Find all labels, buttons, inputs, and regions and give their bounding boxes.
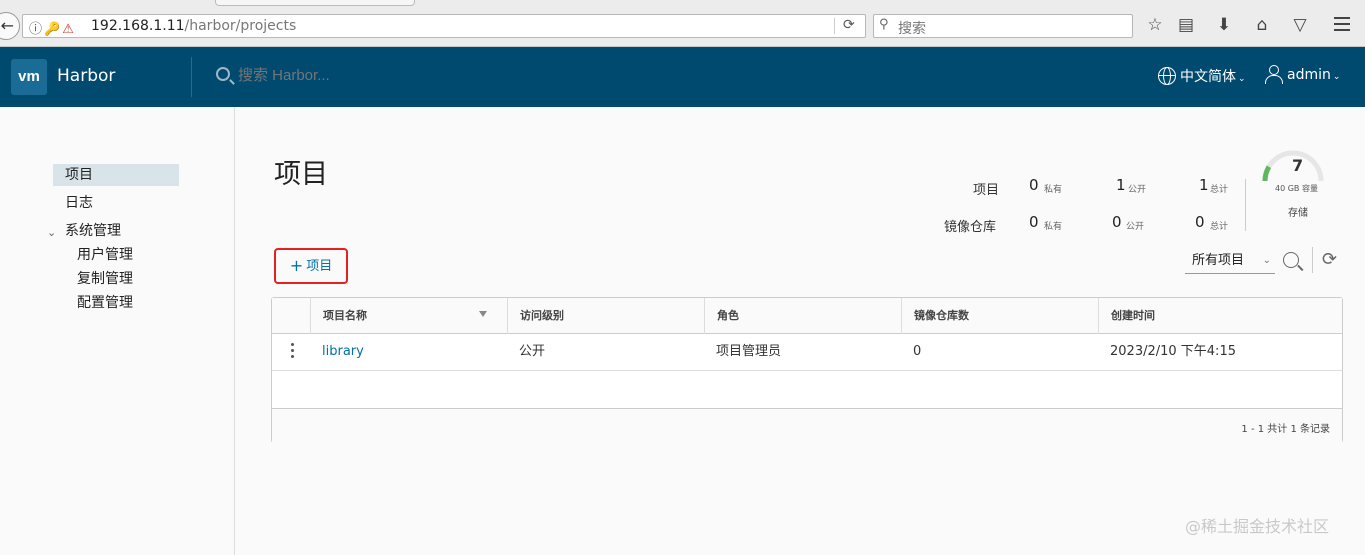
stat-private-label: 私有 xyxy=(1044,222,1063,232)
chevron-down-icon: ⌄ xyxy=(1238,74,1246,84)
column-repo-count[interactable]: 镜像仓库数 xyxy=(901,298,1098,334)
chevron-down-icon[interactable]: ⌄ xyxy=(47,226,56,239)
project-link[interactable]: library xyxy=(322,344,364,359)
table-footer: 1 - 1 共计 1 条记录 xyxy=(272,408,1342,443)
column-access-level[interactable]: 访问级别 xyxy=(507,298,704,334)
pagination-summary: 1 - 1 共计 1 条记录 xyxy=(1241,424,1330,435)
table-row[interactable]: library 公开 项目管理员 0 2023/2/10 下午4:15 xyxy=(272,334,1342,371)
projects-table: 项目名称 访问级别 角色 镜像仓库数 创建时间 library 公开 项目管理员… xyxy=(271,297,1343,443)
sidebar-item-administration[interactable]: 系统管理 xyxy=(65,220,121,242)
stat-projects-private: 0 xyxy=(1029,176,1039,194)
row-actions-icon[interactable] xyxy=(288,343,296,361)
cell-repos: 0 xyxy=(913,344,922,359)
stat-public-label: 公开 xyxy=(1126,222,1145,232)
sidebar: 项目 日志 ⌄ 系统管理 用户管理 复制管理 配置管理 xyxy=(0,107,235,555)
stat-projects-public: 1 xyxy=(1116,176,1126,194)
browser-tab[interactable] xyxy=(215,0,415,6)
stat-total-label: 总计 xyxy=(1210,185,1229,195)
stat-private-label: 私有 xyxy=(1044,185,1063,195)
user-icon xyxy=(1265,65,1283,84)
table-header: 项目名称 访问级别 角色 镜像仓库数 创建时间 xyxy=(272,298,1342,334)
main-content: 项目 项目 0 私有 1 公开 1 总计 镜像仓库 0 私有 0 公开 0 总计… xyxy=(235,107,1365,555)
sidebar-item-replication[interactable]: 复制管理 xyxy=(77,268,133,290)
cell-access: 公开 xyxy=(519,344,546,359)
chevron-down-icon: ⌄ xyxy=(1262,255,1271,266)
reader-list-icon[interactable]: ▤ xyxy=(1175,15,1197,35)
download-icon[interactable]: ⬇ xyxy=(1213,15,1235,35)
url-text[interactable]: 192.168.1.11/harbor/projects xyxy=(91,18,296,34)
globe-icon xyxy=(1158,67,1176,85)
storage-value: 7 xyxy=(1292,156,1304,175)
refresh-icon[interactable]: ⟳ xyxy=(1322,249,1337,270)
sidebar-item-users[interactable]: 用户管理 xyxy=(77,244,133,266)
sidebar-item-logs[interactable]: 日志 xyxy=(65,192,93,214)
stat-repos-total: 0 xyxy=(1195,213,1205,231)
page-title: 项目 xyxy=(274,159,328,190)
browser-search-placeholder: 搜索 xyxy=(898,21,926,37)
app-title[interactable]: Harbor xyxy=(57,66,115,86)
language-selector[interactable]: 中文简体 ⌄ xyxy=(1158,66,1246,86)
search-icon xyxy=(216,67,230,81)
sidebar-item-configuration[interactable]: 配置管理 xyxy=(77,292,133,314)
home-icon[interactable]: ⌂ xyxy=(1251,15,1273,35)
stat-projects-label: 项目 xyxy=(973,183,1000,198)
browser-search-field[interactable]: ⚲ 搜索 xyxy=(873,14,1133,38)
browser-toolbar: ← ⓘ🔑⚠ 192.168.1.11/harbor/projects ⟳ ⚲ 搜… xyxy=(0,0,1365,47)
cell-created: 2023/2/10 下午4:15 xyxy=(1110,344,1236,359)
storage-capacity: 40 GB 容量 xyxy=(1275,184,1318,193)
back-arrow-icon[interactable]: ← xyxy=(0,12,20,40)
pocket-icon[interactable]: ▽ xyxy=(1289,15,1311,35)
vmware-logo[interactable]: vm xyxy=(11,59,47,95)
project-filter-select[interactable]: 所有项目 ⌄ xyxy=(1185,250,1275,274)
stat-repos-public: 0 xyxy=(1112,213,1122,231)
search-icon[interactable] xyxy=(1283,252,1299,268)
column-creation-time[interactable]: 创建时间 xyxy=(1098,298,1342,334)
new-project-button[interactable]: + 项目 xyxy=(274,248,348,284)
hamburger-menu-icon[interactable] xyxy=(1334,17,1350,35)
user-menu[interactable]: admin ⌄ xyxy=(1265,65,1341,84)
watermark: @稀土掘金技术社区 xyxy=(1185,517,1330,536)
site-info-icons[interactable]: ⓘ🔑⚠ xyxy=(29,18,76,37)
global-search-input[interactable] xyxy=(238,67,538,84)
chevron-down-icon: ⌄ xyxy=(1332,72,1341,82)
storage-label: 存储 xyxy=(1288,208,1308,219)
app-header: vm Harbor 中文简体⌄ admin⌄ xyxy=(0,47,1365,107)
address-bar[interactable]: ⓘ🔑⚠ 192.168.1.11/harbor/projects ⟳ xyxy=(22,14,866,38)
reload-icon[interactable]: ⟳ xyxy=(843,17,855,33)
sidebar-item-projects[interactable]: 项目 xyxy=(53,164,179,186)
stat-projects-total: 1 xyxy=(1199,176,1209,194)
cell-role: 项目管理员 xyxy=(716,344,782,359)
stat-repos-label: 镜像仓库 xyxy=(944,220,997,235)
filter-icon[interactable] xyxy=(479,311,487,317)
plus-icon: + xyxy=(289,256,304,275)
gauge-fill xyxy=(1262,165,1272,182)
search-icon: ⚲ xyxy=(879,17,889,32)
stat-total-label: 总计 xyxy=(1210,222,1229,232)
column-project-name[interactable]: 项目名称 xyxy=(310,298,507,334)
column-role[interactable]: 角色 xyxy=(704,298,901,334)
stat-repos-private: 0 xyxy=(1029,213,1039,231)
stat-public-label: 公开 xyxy=(1128,185,1147,195)
bookmark-star-icon[interactable]: ☆ xyxy=(1144,15,1166,35)
